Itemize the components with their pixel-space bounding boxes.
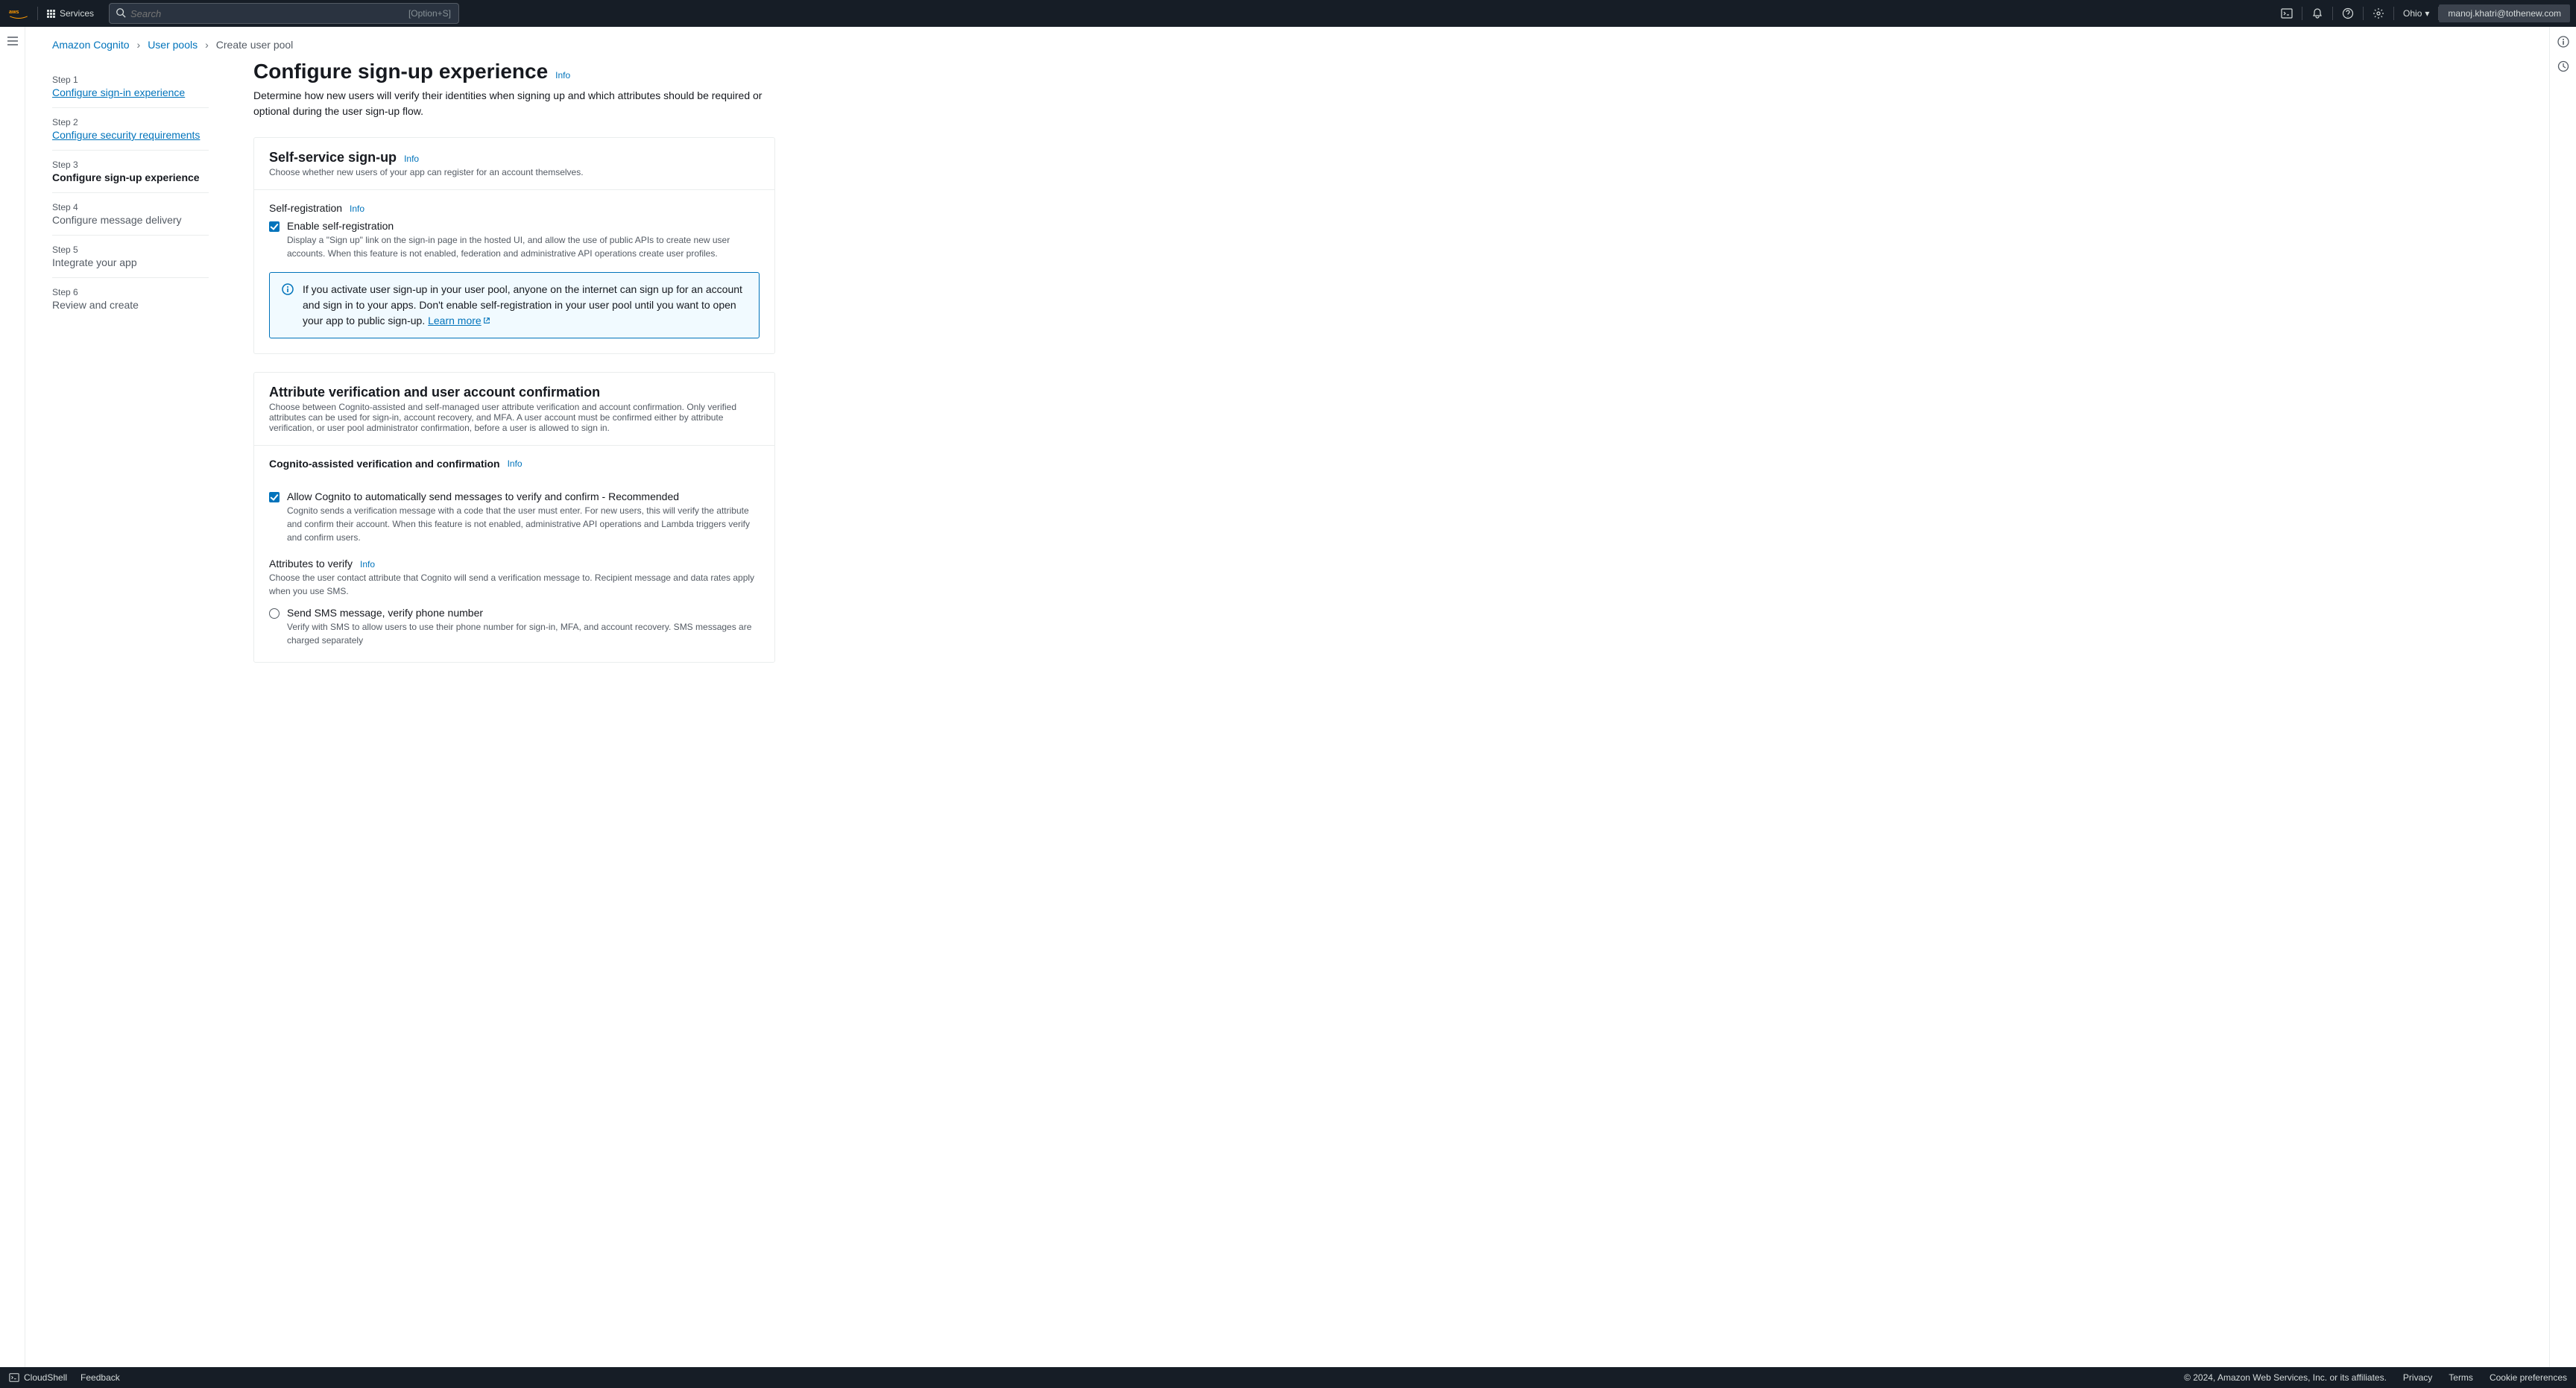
global-search[interactable]: [Option+S] xyxy=(109,3,459,24)
learn-more-link[interactable]: Learn more xyxy=(428,315,490,327)
wizard-step-4: Step 4 Configure message delivery xyxy=(52,193,209,236)
verify-phone-radio[interactable] xyxy=(269,608,280,619)
account-label: manoj.khatri@tothenew.com xyxy=(2448,8,2561,19)
history-panel-icon[interactable] xyxy=(2557,60,2569,75)
account-menu[interactable]: manoj.khatri@tothenew.com xyxy=(2439,4,2570,22)
footer: CloudShell Feedback © 2024, Amazon Web S… xyxy=(0,1367,2576,1388)
search-icon xyxy=(116,7,126,20)
chevron-right-icon: › xyxy=(205,39,209,51)
attributes-to-verify-info[interactable]: Info xyxy=(360,559,375,570)
region-label: Ohio xyxy=(2403,8,2422,19)
enable-self-registration-label: Enable self-registration xyxy=(287,220,760,232)
panel1-title: Self-service sign-up xyxy=(269,150,397,165)
cloudshell-icon[interactable] xyxy=(2272,7,2302,19)
panel2-title: Attribute verification and user account … xyxy=(269,385,600,400)
breadcrumb: Amazon Cognito › User pools › Create use… xyxy=(25,39,2549,60)
panel1-subtitle: Choose whether new users of your app can… xyxy=(269,167,760,177)
top-nav: aws Services [Option+S] Ohio ▾ xyxy=(0,0,2576,27)
help-panel-icon[interactable] xyxy=(2557,36,2569,50)
breadcrumb-user-pools[interactable]: User pools xyxy=(148,39,198,51)
grid-icon xyxy=(47,10,55,18)
page-info-link[interactable]: Info xyxy=(555,70,570,81)
services-menu[interactable]: Services xyxy=(38,8,103,19)
panel1-info-link[interactable]: Info xyxy=(404,154,419,164)
cloudshell-button[interactable]: CloudShell xyxy=(9,1372,67,1383)
caret-down-icon: ▾ xyxy=(2425,8,2429,19)
self-registration-heading: Self-registration xyxy=(269,202,342,214)
svg-text:aws: aws xyxy=(9,9,19,15)
breadcrumb-current: Create user pool xyxy=(216,39,294,51)
cookie-preferences-link[interactable]: Cookie preferences xyxy=(2490,1372,2567,1383)
cognito-assisted-heading: Cognito-assisted verification and confir… xyxy=(269,458,500,470)
self-registration-warning: If you activate user sign-up in your use… xyxy=(269,272,760,338)
verify-phone-label: Send SMS message, verify phone number xyxy=(287,607,760,619)
search-input[interactable] xyxy=(130,8,452,19)
chevron-right-icon: › xyxy=(137,39,141,51)
cognito-assisted-info[interactable]: Info xyxy=(508,458,523,469)
attributes-to-verify-heading: Attributes to verify xyxy=(269,558,353,570)
verify-phone-desc: Verify with SMS to allow users to use th… xyxy=(287,620,760,647)
wizard-steps: Step 1 Configure sign-in experience Step… xyxy=(52,60,209,663)
notifications-icon[interactable] xyxy=(2302,7,2332,19)
enable-self-registration-checkbox[interactable] xyxy=(269,221,280,232)
info-icon xyxy=(282,283,294,329)
allow-cognito-auto-verify-desc: Cognito sends a verification message wit… xyxy=(287,504,760,544)
wizard-step-5: Step 5 Integrate your app xyxy=(52,236,209,278)
page-title: Configure sign-up experience Info xyxy=(253,60,775,83)
self-registration-info[interactable]: Info xyxy=(350,204,364,214)
privacy-link[interactable]: Privacy xyxy=(2403,1372,2432,1383)
wizard-step-6: Step 6 Review and create xyxy=(52,278,209,320)
wizard-step-2[interactable]: Step 2 Configure security requirements xyxy=(52,108,209,151)
search-hotkey: [Option+S] xyxy=(408,8,451,19)
attributes-to-verify-desc: Choose the user contact attribute that C… xyxy=(269,571,760,598)
wizard-step-1[interactable]: Step 1 Configure sign-in experience xyxy=(52,66,209,108)
attribute-verification-panel: Attribute verification and user account … xyxy=(253,372,775,663)
left-rail xyxy=(0,27,25,1367)
copyright-text: © 2024, Amazon Web Services, Inc. or its… xyxy=(2184,1372,2387,1383)
help-icon[interactable] xyxy=(2333,7,2363,19)
page-description: Determine how new users will verify thei… xyxy=(253,88,775,119)
settings-icon[interactable] xyxy=(2364,7,2393,19)
region-selector[interactable]: Ohio ▾ xyxy=(2394,8,2438,19)
allow-cognito-auto-verify-checkbox[interactable] xyxy=(269,492,280,502)
feedback-link[interactable]: Feedback xyxy=(80,1372,120,1383)
services-label: Services xyxy=(60,8,94,19)
aws-logo[interactable]: aws xyxy=(0,7,37,19)
right-rail xyxy=(2549,27,2576,1367)
enable-self-registration-desc: Display a "Sign up" link on the sign-in … xyxy=(287,233,760,260)
open-side-panel[interactable] xyxy=(7,36,19,1367)
panel2-subtitle: Choose between Cognito-assisted and self… xyxy=(269,402,760,433)
self-service-signup-panel: Self-service sign-up Info Choose whether… xyxy=(253,137,775,354)
breadcrumb-service[interactable]: Amazon Cognito xyxy=(52,39,130,51)
wizard-step-3: Step 3 Configure sign-up experience xyxy=(52,151,209,193)
terms-link[interactable]: Terms xyxy=(2449,1372,2473,1383)
allow-cognito-auto-verify-label: Allow Cognito to automatically send mess… xyxy=(287,490,760,502)
external-link-icon xyxy=(483,313,490,329)
